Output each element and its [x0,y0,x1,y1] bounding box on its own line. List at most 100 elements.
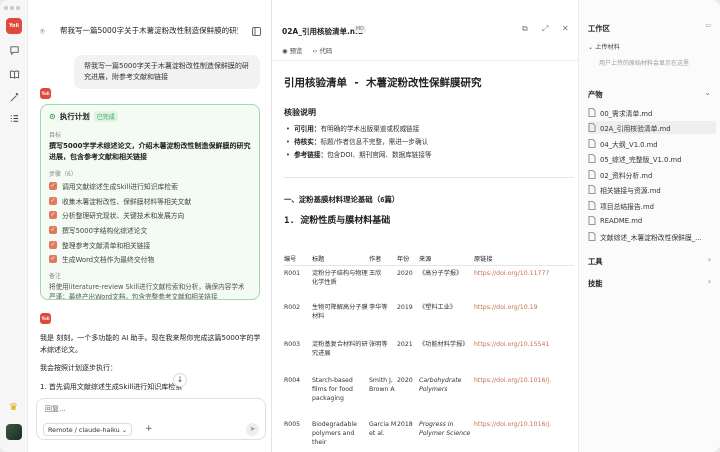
section-heading: 一、淀粉基膜材料理论基础（6篇） [284,195,400,204]
column-header: 原链接 [474,252,574,266]
upload-section[interactable]: ⌄ 上传材料 [588,42,620,51]
column-header: 作者 [369,252,397,266]
citation-table: 编号 标题 作者 年份 来源 原链接 R001 淀粉分子结构与物理化学性质 王欣… [284,252,574,450]
file-item[interactable]: 文献综述_木薯淀粉改性保鲜膜_... [588,230,716,243]
file-item[interactable]: 05_综述_完整版_V1.0.md [588,152,716,165]
close-icon[interactable]: ✕ [562,24,569,33]
plan-notes: 将使用literature-review Skill进行文献检索和分析，确保内容… [49,282,245,300]
message-input[interactable] [45,405,245,413]
file-item[interactable]: 04_大纲_V1.0.md [588,137,716,150]
file-type-badge: MD [354,26,366,33]
book-icon[interactable] [8,68,20,80]
cell-link[interactable]: https://doi.org/10.11777 [474,265,574,300]
cell-link[interactable]: https://doi.org/10.19 [474,300,574,337]
chevron-right-icon[interactable]: › [708,255,711,264]
cell-link[interactable]: https://doi.org/10.1016/j. [474,417,574,450]
send-button[interactable]: ➤ [246,423,259,436]
magic-wand-icon[interactable] [8,91,20,103]
document-title: 引用核验清单 - 木薯淀粉改性保鲜膜研究 [284,77,482,89]
file-name: 00_需求清单.md [600,109,653,118]
more-icon[interactable]: ▭ [705,22,711,29]
status-badge: 已完成 [93,111,118,122]
model-selector[interactable]: Remote / claude-haiku ⌄ [43,423,133,436]
add-attachment-button[interactable]: + [145,424,153,434]
column-header: 年份 [397,252,419,266]
cell-title: 淀粉分子结构与物理化学性质 [312,269,368,286]
tab-preview[interactable]: ◉ 预览 [282,46,302,56]
cell-author: Garcia M et al. [369,421,397,437]
code-icon: ‹› [312,46,318,55]
notes-label: 备注 [49,272,62,280]
chat-panel: ⍟ 帮我写一篇5000字关于木薯淀粉改性制造保鲜膜的研究进... 帮我写一篇50… [28,0,272,452]
chevron-down-icon: ⌄ [588,44,594,51]
cell-author: Smith J, Brown A [369,377,395,393]
crown-icon[interactable]: ♛ [9,403,18,413]
file-name: 05_综述_完整版_V1.0.md [600,155,682,164]
file-icon [588,154,596,163]
cell-source: 《高分子学报》 [419,269,463,277]
cell-source: Carbohydrate Polymers [419,377,462,393]
checkbox-checked-icon: ✓ [49,226,57,235]
conversation-icon[interactable]: ⍟ [40,27,45,37]
note-label: 参考链接： [294,151,328,159]
file-item[interactable]: 00_需求清单.md [588,106,716,119]
expand-icon[interactable]: ⤢ [542,24,548,34]
workspace-panel: 工作区 ▭ ⌄ 上传材料 用户上传的原始材料会显示在这里 产物 ⌄ 00_需求清… [578,0,720,452]
chat-title: 帮我写一篇5000字关于木薯淀粉改性制造保鲜膜的研究进... [60,26,238,35]
file-item[interactable]: README.md [588,214,716,227]
file-icon [588,108,596,117]
goal-label: 目标 [49,132,62,139]
checkbox-checked-icon: ✓ [49,182,57,191]
note-text: 有明确的学术出版渠道或权威链接 [320,125,420,133]
cell-id: R005 [284,421,301,428]
note-label: 待核实： [294,138,321,146]
copy-icon[interactable]: ⧉ [522,24,528,34]
table-row: R002 生物可降解高分子膜材料 李华等 2019 《塑料工业》 https:/… [284,300,574,337]
cell-link[interactable]: https://doi.org/10.15541 [474,337,574,373]
cell-title: 生物可降解高分子膜材料 [312,304,368,320]
chevron-down-icon[interactable]: ⌄ [704,88,711,97]
note-label: 可引用： [294,125,321,133]
sidebar-toggle-icon[interactable] [252,27,261,38]
file-item[interactable]: 相关链接与资源.md [588,183,716,196]
cell-source: Progress in Polymer Science [419,421,471,437]
cell-year: 2020 [397,377,413,384]
steps-label: 步骤（6） [49,171,77,178]
note-item: • 可引用：有明确的学术出版渠道或权威链接 [286,125,420,133]
plan-step: ✓ 调用文献综述生成Skill进行知识库检索 [49,179,251,194]
file-item-selected[interactable]: 02A_引用核验清单.md [588,121,716,134]
cell-link[interactable]: https://doi.org/10.1016/j. [474,373,574,417]
user-avatar[interactable] [6,424,22,440]
note-item: • 参考链接：包含DOI、期刊官网、数据库链接等 [286,151,432,159]
chevron-right-icon[interactable]: › [708,277,711,286]
window-controls[interactable] [4,6,20,10]
task-list-icon[interactable] [8,112,20,124]
tab-label: 代码 [319,47,333,55]
checkbox-checked-icon: ✓ [49,211,57,220]
model-label: Remote / claude-haiku [48,426,120,434]
plan-step: ✓ 收集木薯淀粉改性、保鲜膜材料等相关文献 [49,194,251,209]
cell-year: 2018 [397,421,413,428]
step-text: 撰写5000字结构化综述论文 [62,227,148,236]
file-item[interactable]: 02_资料分析.md [588,168,716,181]
file-item[interactable]: 项目总结报告.md [588,199,716,212]
skills-section[interactable]: 技能 [588,279,603,289]
scroll-down-button[interactable]: ↓ [173,373,187,387]
file-icon [588,185,596,194]
note-text: 标题/作者信息不完整，需进一步确认 [320,138,429,146]
file-name: 文献综述_木薯淀粉改性保鲜膜_... [600,233,702,242]
chat-icon[interactable] [8,44,20,56]
file-name: 04_大纲_V1.0.md [600,140,658,149]
plan-step: ✓ 分析整理研究现状、关键技术和发展方向 [49,208,251,223]
assistant-avatar: Yoli [40,88,51,99]
plan-step: ✓ 撰写5000字结构化综述论文 [49,223,251,238]
cell-title: Biodegradable polymers and their [312,421,357,446]
file-icon [588,232,596,241]
file-icon [588,123,596,132]
execution-plan-card[interactable]: ⊙ 执行计划 已完成 目标 撰写5000字学术综述论文，介绍木薯淀粉改性制造保鲜… [40,104,260,300]
products-title: 产物 [588,90,603,99]
file-name: 02_资料分析.md [600,171,653,180]
tab-code[interactable]: ‹› 代码 [312,46,333,56]
divider [272,60,578,61]
tools-section[interactable]: 工具 [588,257,603,267]
